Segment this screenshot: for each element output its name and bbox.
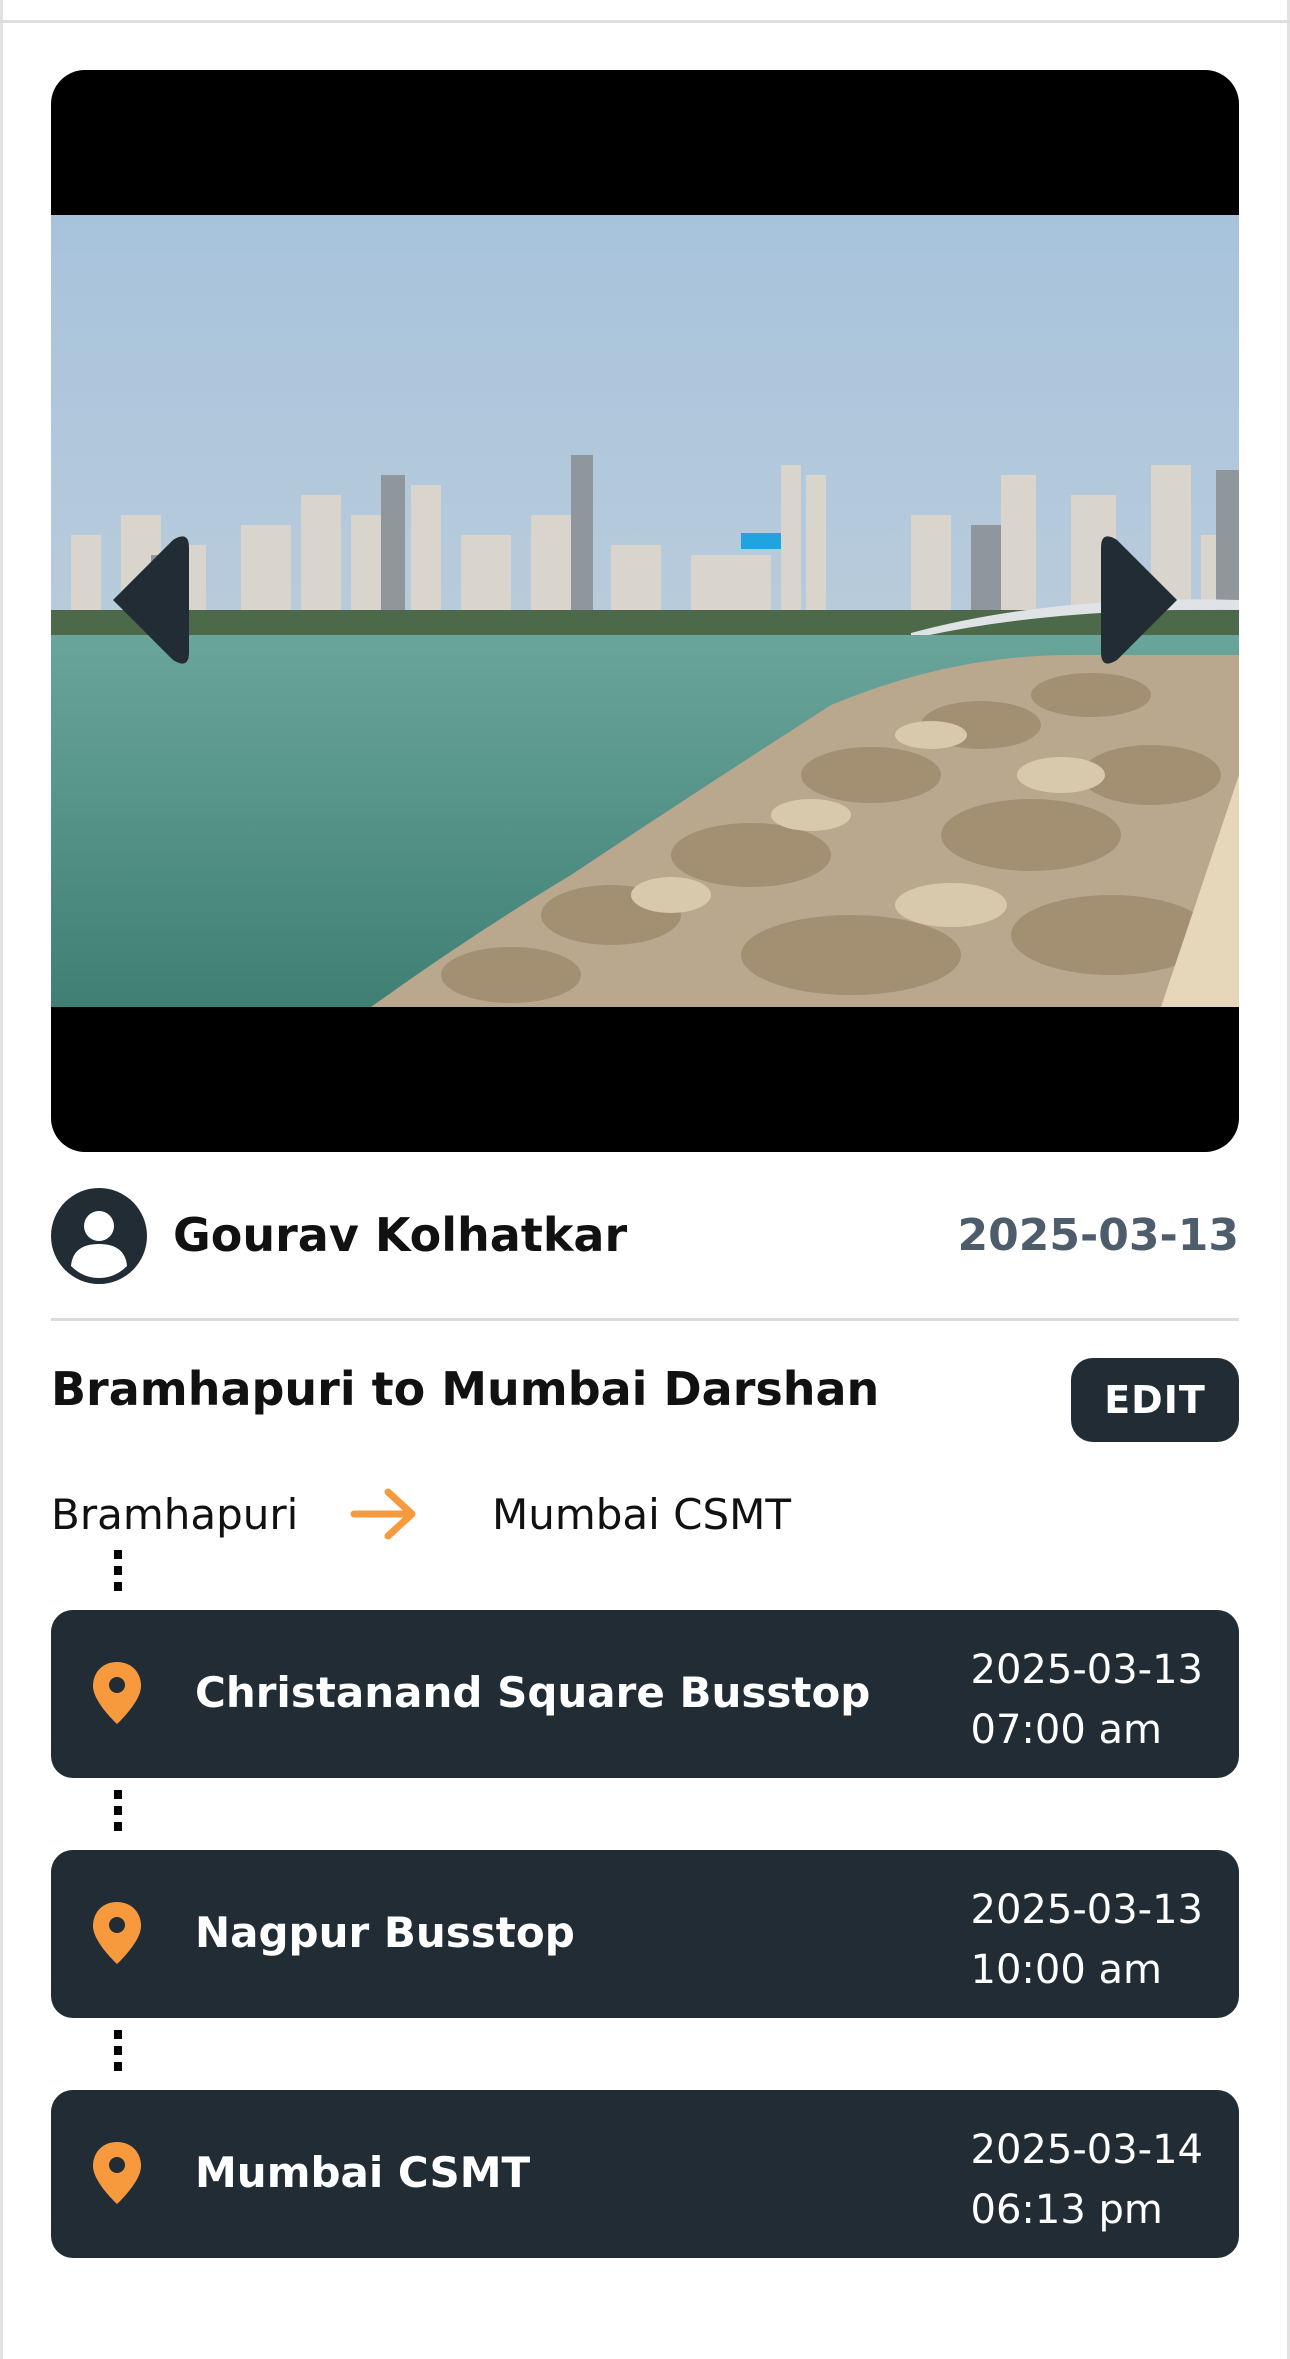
stop-datetime: 2025-03-13 07:00 am (971, 1640, 1203, 1760)
stop-name: Christanand Square Busstop (195, 1668, 871, 1717)
stop-datetime: 2025-03-13 10:00 am (971, 1880, 1203, 2000)
image-carousel[interactable] (51, 70, 1239, 1152)
timeline-connector (114, 1550, 122, 1598)
post-date: 2025-03-13 (957, 1210, 1239, 1261)
carousel-photo (51, 215, 1239, 1007)
location-pin-icon (93, 2142, 141, 2204)
arrow-right-icon (350, 1488, 416, 1540)
stop-time: 07:00 am (970, 1707, 1162, 1753)
location-pin-icon (93, 1902, 141, 1964)
author-name[interactable]: Gourav Kolhatkar (173, 1208, 627, 1262)
stop-date: 2025-03-13 (970, 1647, 1203, 1693)
next-image-button[interactable] (1099, 530, 1189, 670)
stop-date: 2025-03-13 (970, 1887, 1203, 1933)
stop-card[interactable]: Mumbai CSMT 2025-03-14 06:13 pm (51, 2090, 1239, 2258)
location-pin-icon (93, 1662, 141, 1724)
stop-date: 2025-03-14 (970, 2127, 1203, 2173)
timeline-connector (114, 1790, 122, 1838)
stop-time: 10:00 am (970, 1947, 1162, 1993)
post-author-row: Gourav Kolhatkar 2025-03-13 (51, 1188, 1239, 1284)
header-divider (0, 20, 1290, 23)
stop-name: Nagpur Busstop (195, 1908, 575, 1957)
stop-datetime: 2025-03-14 06:13 pm (971, 2120, 1203, 2240)
user-avatar-icon[interactable] (51, 1188, 147, 1284)
route-origin: Bramhapuri (51, 1490, 299, 1539)
stop-card[interactable]: Nagpur Busstop 2025-03-13 10:00 am (51, 1850, 1239, 2018)
section-divider (51, 1318, 1239, 1321)
previous-image-button[interactable] (101, 530, 191, 670)
trip-title: Bramhapuri to Mumbai Darshan (51, 1362, 880, 1416)
stop-time: 06:13 pm (970, 2187, 1163, 2233)
stop-card[interactable]: Christanand Square Busstop 2025-03-13 07… (51, 1610, 1239, 1778)
timeline-connector (114, 2030, 122, 2078)
route-destination: Mumbai CSMT (492, 1490, 792, 1539)
stop-name: Mumbai CSMT (195, 2148, 531, 2197)
edit-button[interactable]: EDIT (1071, 1358, 1239, 1442)
